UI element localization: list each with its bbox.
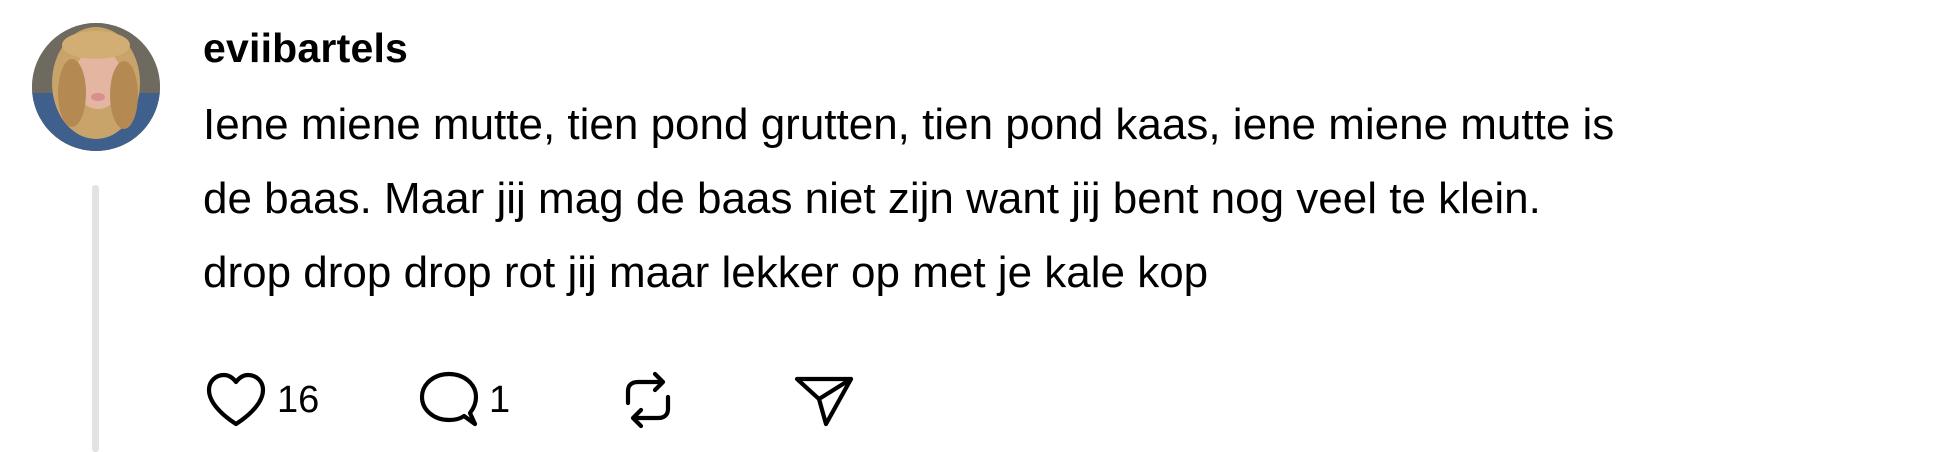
avatar-image xyxy=(32,23,160,151)
repost-button[interactable] xyxy=(615,369,791,431)
avatar[interactable] xyxy=(32,23,160,151)
action-bar: 16 1 xyxy=(203,370,857,430)
post-content: eviibartels Iene miene mutte, tien pond … xyxy=(203,20,1946,310)
reply-count: 1 xyxy=(489,379,511,421)
repost-icon xyxy=(625,371,671,429)
post-text-line: Iene miene mutte, tien pond grutten, tie… xyxy=(203,100,1615,149)
like-button[interactable]: 16 xyxy=(203,370,415,430)
post-text: Iene miene mutte, tien pond grutten, tie… xyxy=(203,88,1943,310)
username[interactable]: eviibartels xyxy=(203,20,1946,76)
send-icon xyxy=(794,376,854,427)
post-text-line: drop drop drop rot jij maar lekker op me… xyxy=(203,248,1209,297)
like-count: 16 xyxy=(277,379,320,421)
comment-bubble-icon xyxy=(419,371,479,427)
reply-button[interactable]: 1 xyxy=(415,369,615,431)
share-button[interactable] xyxy=(791,369,857,431)
thread-line xyxy=(92,185,99,452)
heart-icon xyxy=(206,372,266,427)
post-text-line: de baas. Maar jij mag de baas niet zijn … xyxy=(203,174,1541,223)
